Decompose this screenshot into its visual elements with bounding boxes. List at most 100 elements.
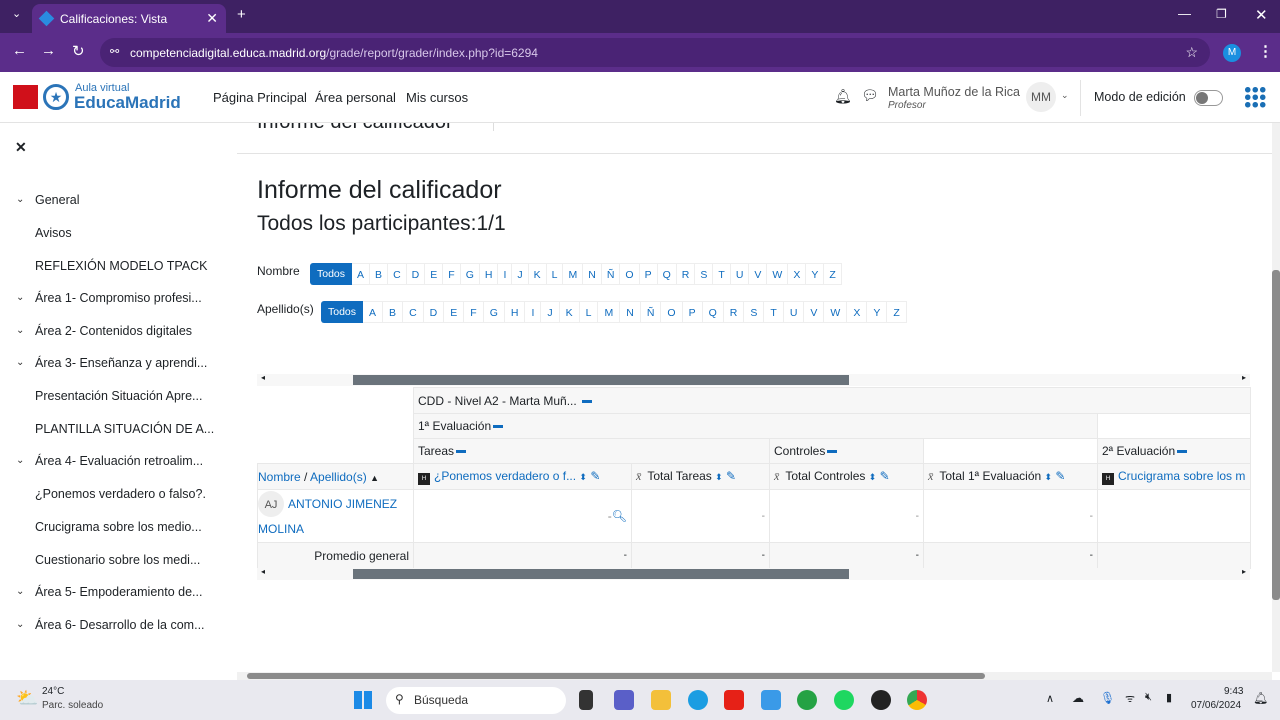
filter-letter-D[interactable]: D	[423, 301, 445, 323]
nav-my-courses[interactable]: Mis cursos	[406, 90, 468, 105]
filter-letter-X[interactable]: X	[847, 301, 868, 323]
collapse-icon[interactable]	[456, 450, 467, 454]
profile-avatar[interactable]: M	[1223, 44, 1241, 62]
edit-pencil-icon[interactable]: ✎	[880, 469, 890, 483]
filter-letter-O[interactable]: O	[661, 301, 683, 323]
whatsapp-icon[interactable]	[797, 690, 817, 710]
page-horizontal-scrollbar[interactable]	[237, 672, 1272, 680]
filter-letter-F[interactable]: F	[443, 263, 461, 285]
grade-cell[interactable]: -	[631, 489, 770, 543]
sort-icon[interactable]: ⬍	[715, 472, 723, 482]
filter-letter-V[interactable]: V	[804, 301, 825, 323]
edit-pencil-icon[interactable]: ✎	[726, 469, 736, 483]
grade-item-link[interactable]: ¿Ponemos verdadero o f...	[434, 469, 576, 483]
filter-letter-H[interactable]: H	[479, 263, 499, 285]
bookmark-star-icon[interactable]: ☆	[1185, 44, 1198, 61]
collapse-icon[interactable]	[827, 450, 838, 454]
filter-letter-G[interactable]: G	[460, 263, 480, 285]
filter-letter-C[interactable]: C	[403, 301, 424, 323]
filter-letter-Y[interactable]: Y	[806, 263, 825, 285]
filter-letter-R[interactable]: R	[676, 263, 696, 285]
filter-letter-A[interactable]: A	[352, 263, 371, 285]
filter-all-button[interactable]: Todos	[310, 263, 353, 285]
store-icon[interactable]	[761, 690, 781, 710]
filter-letter-B[interactable]: B	[370, 263, 389, 285]
filter-letter-S[interactable]: S	[744, 301, 765, 323]
filter-letter-J[interactable]: J	[541, 301, 560, 323]
edit-pencil-icon[interactable]: ✎	[1055, 469, 1065, 483]
course-index-item[interactable]: Presentación Situación Apre...	[35, 389, 202, 403]
filter-letter-C[interactable]: C	[388, 263, 407, 285]
filter-letter-M[interactable]: M	[598, 301, 621, 323]
filter-letter-B[interactable]: B	[383, 301, 404, 323]
filter-letter-Ñ[interactable]: Ñ	[640, 301, 662, 323]
filter-letter-V[interactable]: V	[749, 263, 768, 285]
clock-date[interactable]: 07/06/2024	[1191, 700, 1241, 711]
course-index-item[interactable]: REFLEXIÓN MODELO TPACK	[35, 259, 208, 273]
sort-icon[interactable]: ⬍	[1045, 472, 1053, 482]
file-explorer-icon[interactable]	[651, 690, 671, 710]
expand-chevron-icon[interactable]: ⌄	[16, 357, 24, 368]
course-index-item[interactable]: Área 2- Contenidos digitales	[35, 324, 192, 338]
minimize-icon[interactable]: —	[1178, 6, 1191, 21]
grade-item-link[interactable]: Total Tareas	[647, 469, 711, 483]
youtube-icon[interactable]	[724, 690, 744, 710]
course-index-item[interactable]: PLANTILLA SITUACIÓN DE A...	[35, 422, 214, 436]
tray-chevron-icon[interactable]: ∧	[1046, 692, 1054, 705]
filter-letter-R[interactable]: R	[723, 301, 745, 323]
notifications-bell-icon[interactable]: 🔔︎	[834, 88, 852, 105]
close-tab-icon[interactable]: ✕	[206, 10, 218, 27]
filter-letter-U[interactable]: U	[783, 301, 805, 323]
grade-cell[interactable]: -	[923, 489, 1098, 543]
messages-icon[interactable]: 💬︎	[861, 87, 879, 104]
reload-icon[interactable]: ↻	[72, 42, 85, 60]
grade-cell[interactable]	[1097, 489, 1251, 543]
filter-letter-K[interactable]: K	[528, 263, 547, 285]
spotify-icon[interactable]	[834, 690, 854, 710]
course-index-item[interactable]: Avisos	[35, 226, 72, 240]
close-window-icon[interactable]: ✕	[1255, 6, 1268, 24]
grade-analysis-zoom-icon[interactable]: 🔍︎	[612, 509, 627, 523]
filter-letter-N[interactable]: N	[620, 301, 641, 323]
filter-letter-K[interactable]: K	[559, 301, 580, 323]
sort-by-first-name[interactable]: Nombre	[259, 470, 301, 484]
filter-letter-L[interactable]: L	[579, 301, 599, 323]
filter-letter-D[interactable]: D	[406, 263, 426, 285]
filter-letter-W[interactable]: W	[767, 263, 789, 285]
page-vertical-scrollbar[interactable]	[1272, 123, 1280, 672]
grade-item-link[interactable]: Crucigrama sobre los m	[1118, 469, 1245, 483]
filter-letter-Z[interactable]: Z	[887, 301, 907, 323]
filter-letter-I[interactable]: I	[525, 301, 542, 323]
weather-temp[interactable]: 24°C	[42, 686, 64, 697]
filter-letter-E[interactable]: E	[444, 301, 465, 323]
taskbar-search[interactable]: ⚲ Búsqueda	[386, 687, 566, 714]
edge-icon[interactable]	[688, 690, 708, 710]
close-drawer-icon[interactable]: ✕	[15, 139, 27, 156]
filter-letter-P[interactable]: P	[639, 263, 658, 285]
weather-icon[interactable]: ⛅	[16, 688, 38, 709]
grade-cell[interactable]: -	[769, 489, 924, 543]
back-icon[interactable]: ←	[12, 42, 27, 59]
filter-letter-T[interactable]: T	[713, 263, 731, 285]
collapse-icon[interactable]	[582, 399, 593, 403]
sort-by-surname[interactable]: Apellido(s)	[310, 470, 367, 484]
course-index-item[interactable]: Área 5- Empoderamiento de...	[35, 585, 202, 599]
expand-chevron-icon[interactable]: ⌄	[16, 292, 24, 303]
expand-chevron-icon[interactable]: ⌄	[16, 325, 24, 336]
filter-letter-F[interactable]: F	[464, 301, 484, 323]
wifi-icon[interactable]: ᯤ	[1125, 691, 1135, 706]
course-index-item[interactable]: General	[35, 193, 79, 207]
browser-menu-icon[interactable]: ⋮	[1258, 42, 1273, 60]
filter-letter-O[interactable]: O	[620, 263, 640, 285]
filter-letter-N[interactable]: N	[583, 263, 602, 285]
url-input[interactable]: ⚯ competenciadigital.educa.madrid.org/gra…	[100, 38, 1210, 67]
filter-letter-J[interactable]: J	[512, 263, 529, 285]
course-index-item[interactable]: Cuestionario sobre los medi...	[35, 553, 200, 567]
logo-text[interactable]: EducaMadrid	[74, 93, 181, 113]
course-index-item[interactable]: ¿Ponemos verdadero o falso?.	[35, 487, 206, 501]
sort-icon[interactable]: ⬍	[869, 472, 877, 482]
expand-chevron-icon[interactable]: ⌄	[16, 619, 24, 630]
windows-start-icon[interactable]	[354, 691, 372, 709]
course-index-item[interactable]: Crucigrama sobre los medio...	[35, 520, 202, 534]
tab-search-icon[interactable]: ⌄	[12, 7, 21, 20]
